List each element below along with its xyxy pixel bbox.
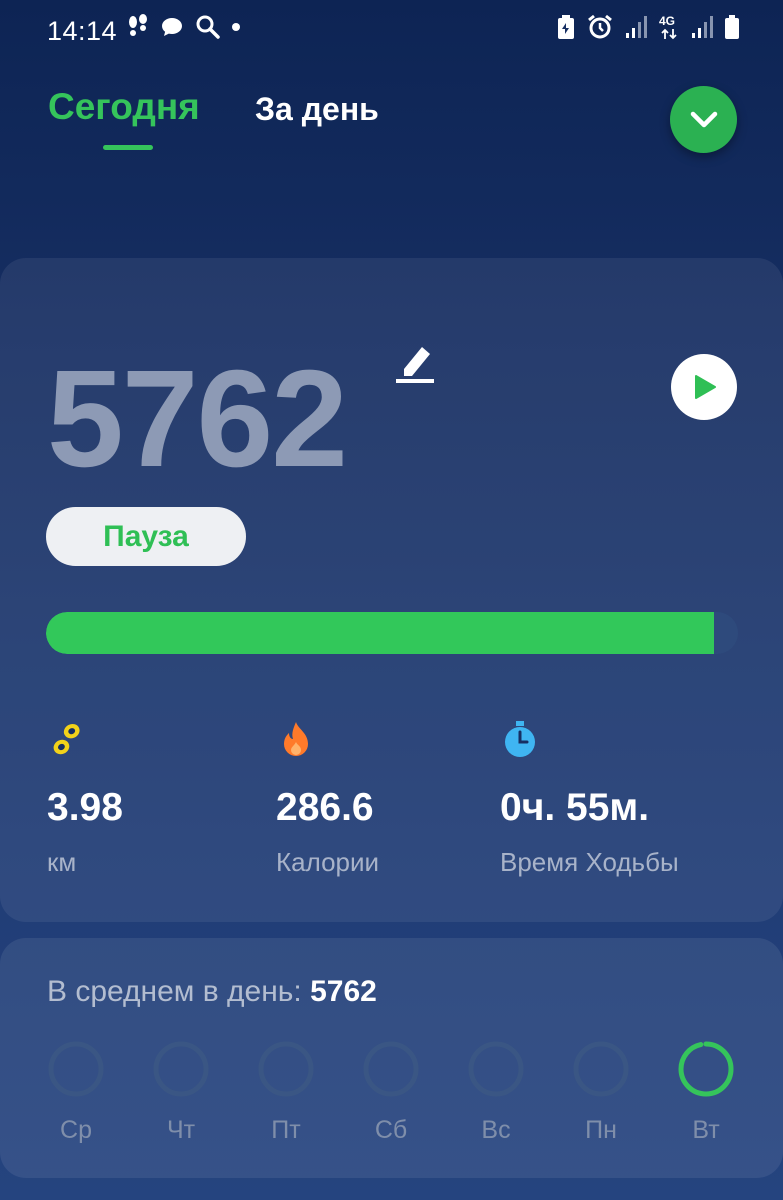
day-ring-track xyxy=(573,1041,629,1097)
goal-progress-bar xyxy=(46,612,738,654)
network-indicator: 4G xyxy=(659,14,679,40)
signal-icon xyxy=(626,16,647,38)
tab-active-indicator xyxy=(103,145,153,150)
day-item-6[interactable]: Вт xyxy=(678,1041,738,1144)
play-icon xyxy=(695,375,716,399)
walk-time-value: 0ч. 55м. xyxy=(500,786,650,829)
calories-label: Калории xyxy=(276,847,380,877)
data-arrows-icon xyxy=(661,28,677,40)
pause-button[interactable]: Пауза xyxy=(46,507,246,566)
walk-time-label: Время Ходьбы xyxy=(500,847,679,877)
day-item-4[interactable]: Вс xyxy=(468,1041,528,1144)
day-label: Чт xyxy=(166,1116,196,1144)
day-ring xyxy=(678,1041,734,1097)
calories-value: 286.6 xyxy=(276,786,374,829)
day-ring xyxy=(468,1041,524,1097)
resume-button[interactable] xyxy=(671,354,737,420)
goal-progress-fill xyxy=(46,612,714,654)
day-label: Сб xyxy=(374,1116,408,1144)
tab-per-day[interactable]: За день xyxy=(255,91,379,128)
day-item-5[interactable]: Пн xyxy=(573,1041,633,1144)
day-progress-ring xyxy=(678,1041,734,1097)
network-type: 4G xyxy=(659,14,676,28)
edit-steps-button[interactable] xyxy=(394,341,436,385)
status-bar: 14:14 4G xyxy=(0,0,783,62)
day-label: Ср xyxy=(60,1116,92,1144)
chat-icon xyxy=(162,18,182,36)
day-label: Пн xyxy=(585,1116,617,1144)
tab-today[interactable]: Сегодня xyxy=(48,86,200,128)
stopwatch-icon xyxy=(505,721,535,757)
day-item-0[interactable]: Ср xyxy=(48,1041,108,1144)
chevron-down-icon xyxy=(690,111,717,127)
status-time: 14:14 xyxy=(47,16,118,46)
flame-icon xyxy=(284,722,308,756)
notification-dot-icon xyxy=(232,23,240,31)
day-label: Пт xyxy=(271,1116,301,1144)
day-ring-track xyxy=(258,1041,314,1097)
pencil-icon xyxy=(396,347,434,383)
day-ring xyxy=(258,1041,314,1097)
step-count: 5762 xyxy=(47,342,348,496)
day-label: Вт xyxy=(692,1116,720,1144)
day-item-3[interactable]: Сб xyxy=(363,1041,423,1144)
expand-button[interactable] xyxy=(670,86,737,153)
day-ring xyxy=(573,1041,629,1097)
daily-average-label: В среднем в день: xyxy=(47,975,311,1008)
footprints-icon xyxy=(53,723,80,755)
daily-average-value: 5762 xyxy=(310,975,377,1008)
day-ring xyxy=(153,1041,209,1097)
day-item-1[interactable]: Чт xyxy=(153,1041,213,1144)
day-label: Вс xyxy=(481,1116,511,1144)
day-ring-track xyxy=(153,1041,209,1097)
daily-average: В среднем в день: 5762 xyxy=(47,975,377,1009)
day-ring-track xyxy=(48,1041,104,1097)
day-item-2[interactable]: Пт xyxy=(258,1041,318,1144)
signal-icon-2 xyxy=(692,16,713,38)
day-ring xyxy=(48,1041,104,1097)
battery-icon xyxy=(725,15,739,39)
search-icon xyxy=(196,15,220,39)
battery-saver-icon xyxy=(558,15,574,39)
distance-label: км xyxy=(47,847,77,877)
status-left-icons xyxy=(127,14,240,40)
day-ring-track xyxy=(468,1041,524,1097)
distance-value: 3.98 xyxy=(47,786,123,829)
alarm-icon xyxy=(588,14,612,39)
status-right-icons: 4G xyxy=(557,14,739,40)
day-ring-track xyxy=(363,1041,419,1097)
day-ring xyxy=(363,1041,419,1097)
footsteps-icon xyxy=(129,14,147,36)
